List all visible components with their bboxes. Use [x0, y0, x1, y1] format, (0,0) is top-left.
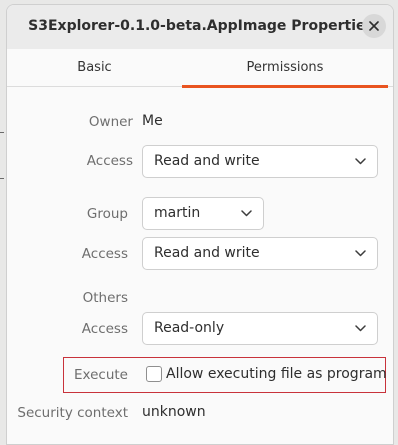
- others-access-label: Access: [81, 321, 128, 337]
- chevron-down-icon: [355, 325, 366, 332]
- dialog-title: S3Explorer-0.1.0-beta.AppImage Propertie…: [28, 18, 374, 34]
- security-context-value: unknown: [142, 404, 206, 420]
- tab-basic[interactable]: Basic: [7, 49, 182, 87]
- execute-checkbox[interactable]: [146, 366, 162, 382]
- group-label: Group: [86, 206, 128, 222]
- execute-checkbox-label[interactable]: Allow executing file as program: [166, 366, 387, 382]
- title-bar: S3Explorer-0.1.0-beta.AppImage Propertie…: [7, 5, 393, 49]
- others-access-value: Read-only: [154, 320, 225, 336]
- chevron-down-icon: [355, 158, 366, 165]
- group-access-dropdown[interactable]: Read and write: [142, 237, 378, 270]
- properties-dialog: S3Explorer-0.1.0-beta.AppImage Propertie…: [6, 4, 394, 445]
- tab-permissions-label: Permissions: [246, 60, 324, 75]
- close-icon: [369, 21, 379, 31]
- group-dropdown[interactable]: martin: [142, 197, 264, 230]
- group-access-label: Access: [81, 246, 128, 262]
- chevron-down-icon: [355, 250, 366, 257]
- others-label: Others: [82, 290, 128, 306]
- execute-label: Execute: [74, 367, 128, 383]
- group-access-value: Read and write: [154, 245, 260, 261]
- background-window-fragment: [0, 178, 4, 179]
- active-tab-indicator: [182, 85, 388, 88]
- group-value: martin: [154, 205, 201, 221]
- chevron-down-icon: [241, 210, 252, 217]
- owner-access-value: Read and write: [154, 153, 260, 169]
- owner-access-dropdown[interactable]: Read and write: [142, 145, 378, 178]
- background-window-fragment: [0, 132, 4, 133]
- tab-permissions[interactable]: Permissions: [182, 49, 388, 88]
- owner-label: Owner: [88, 114, 133, 130]
- others-access-dropdown[interactable]: Read-only: [142, 312, 378, 345]
- security-context-label: Security context: [17, 405, 128, 421]
- tab-bar: Basic Permissions: [7, 49, 393, 88]
- owner-access-label: Access: [86, 153, 133, 169]
- owner-value: Me: [142, 113, 163, 129]
- close-button[interactable]: [362, 14, 386, 38]
